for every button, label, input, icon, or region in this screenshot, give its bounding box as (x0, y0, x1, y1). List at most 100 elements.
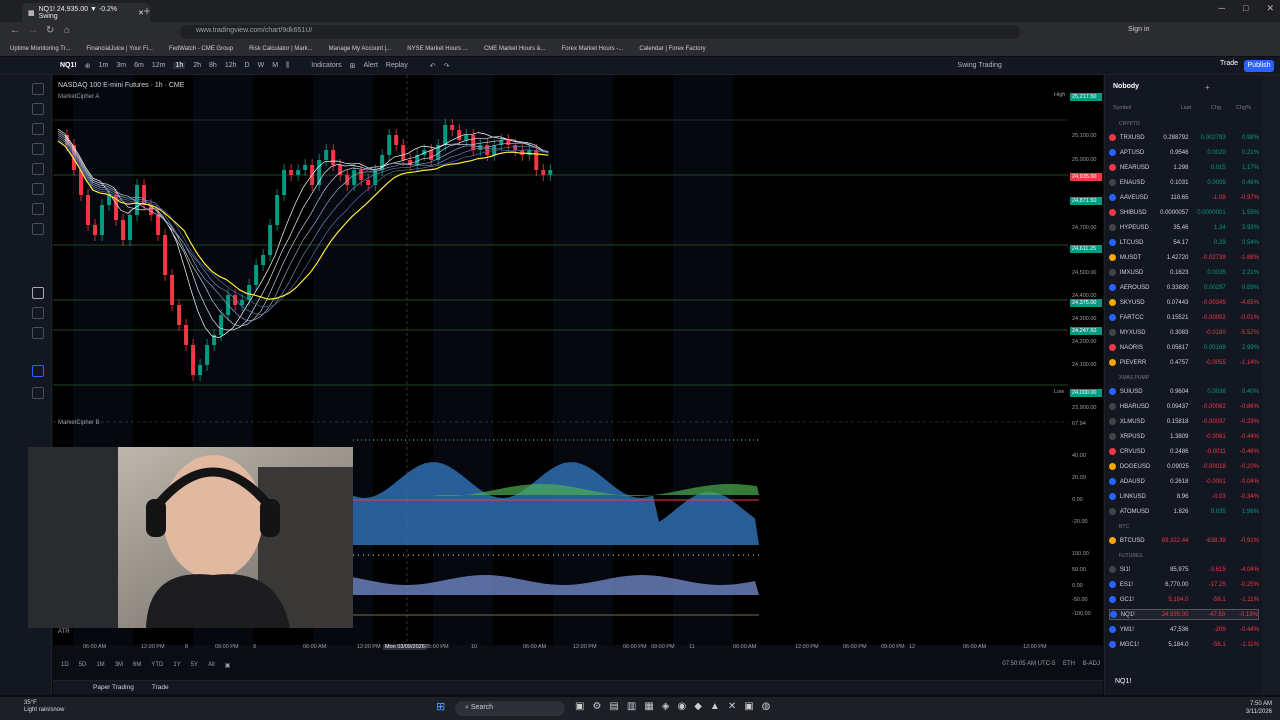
back-icon[interactable]: ← (10, 25, 20, 36)
app-icon[interactable]: ✕ (728, 701, 736, 712)
watchlist-row[interactable]: DOGEUSD 0.09025 -0.00018 -0.20% (1109, 461, 1259, 472)
interval-d[interactable]: D (245, 62, 250, 69)
watchlist-row[interactable]: ADAUSD 0.2618 -0.0001 -0.04% (1109, 476, 1259, 487)
interval-12m[interactable]: 12m (152, 62, 166, 69)
watchlist-row[interactable]: SUIUSD 0.9604 0.0038 0.40% (1109, 386, 1259, 397)
reload-icon[interactable]: ↻ (46, 25, 54, 36)
watchlist-section-header[interactable]: XMAS PUMP (1119, 375, 1149, 381)
watchlist-row[interactable]: APTUSD 0.9546 0.0020 0.21% (1109, 147, 1259, 158)
bookmark-item[interactable]: Risk Calculator | Mark... (249, 46, 313, 52)
watchlist-row[interactable]: LTCUSD 54.17 0.29 0.54% (1109, 237, 1259, 248)
fib-icon[interactable] (32, 123, 44, 135)
minimize-icon[interactable]: ─ (1219, 3, 1225, 14)
bookmark-item[interactable]: NYSE Market Hours ... (407, 46, 468, 52)
interval-1h[interactable]: 1h (173, 62, 186, 69)
watchlist-row[interactable]: YM1! 47,536 -209 -0.44% (1109, 624, 1259, 635)
watchlist-row[interactable]: BTCUSD 69,322.44 -638.39 -0.91% (1109, 535, 1259, 546)
app-icon[interactable]: ▤ (609, 701, 618, 712)
bookmark-item[interactable]: Uptime Monitoring Tr... (10, 46, 70, 52)
app-icon[interactable]: ⚙ (592, 701, 601, 712)
col-symbol[interactable]: Symbol (1113, 105, 1157, 111)
weather-widget[interactable]: 35°F Light rain/snow (24, 700, 64, 714)
trendline-icon[interactable] (32, 103, 44, 115)
col-chgp[interactable]: Chg% (1221, 105, 1251, 111)
watchlist-row[interactable]: NEARUSD 1.298 0.015 1.17% (1109, 162, 1259, 173)
bookmark-item[interactable]: Forex Market Hours -... (562, 46, 624, 52)
forward-icon[interactable]: → (28, 25, 38, 36)
trade-tab[interactable]: Trade (152, 684, 169, 691)
price-scale[interactable]: 25,100.00 25,000.00 24,700.00 24,500.00 … (1068, 75, 1104, 645)
watchlist-row[interactable]: ENAUSD 0.1031 0.0005 0.49% (1109, 177, 1259, 188)
bookmark-item[interactable]: FinancialJuice | Your Fi... (86, 46, 153, 52)
app-icon[interactable]: ▣ (575, 701, 584, 712)
system-clock[interactable]: 7:50 AM 3/11/2026 (1246, 700, 1272, 716)
col-last[interactable]: Last (1157, 105, 1191, 111)
watchlist-row[interactable]: NQ1! 24,935.00 -47.50 -0.19% (1109, 609, 1259, 620)
lock-icon[interactable] (32, 307, 44, 319)
watchlist-row[interactable]: AAVEUSD 110.65 -1.08 -0.97% (1109, 192, 1259, 203)
indicators-button[interactable]: Indicators (311, 62, 341, 69)
range-ytd[interactable]: YTD (151, 662, 163, 668)
sign-in-button[interactable]: Sign in (1128, 26, 1149, 33)
trade-button[interactable]: Trade (1220, 60, 1238, 67)
trash-icon[interactable] (32, 387, 44, 399)
patterns-icon[interactable] (32, 183, 44, 195)
link-icon[interactable] (32, 365, 44, 377)
new-tab-button[interactable]: + (140, 4, 154, 18)
taskbar-search[interactable]: ⌕ Search (455, 701, 565, 716)
eye-icon[interactable] (32, 327, 44, 339)
app-icon[interactable]: ◍ (762, 701, 771, 712)
templates-icon[interactable]: ⊞ (350, 62, 356, 70)
close-window-icon[interactable]: ✕ (1266, 3, 1274, 14)
watchlist-row[interactable]: ATOMUSD 1.826 0.035 1.96% (1109, 506, 1259, 517)
symbol-search[interactable]: NQ1! (60, 62, 77, 69)
app-icon[interactable]: ◈ (662, 701, 670, 712)
interval-6m[interactable]: 6m (134, 62, 144, 69)
watchlist-row[interactable]: PIEVERR 0.4757 -0.0055 -1.14% (1109, 357, 1259, 368)
bookmark-item[interactable]: CME Market Hours &... (484, 46, 546, 52)
range-5y[interactable]: 5Y (191, 662, 198, 668)
bookmark-item[interactable]: FedWatch - CME Group (169, 46, 233, 52)
layout-name[interactable]: Swing Trading (957, 62, 1001, 69)
watchlist-row[interactable]: XRPUSD 1.3809 -0.0061 -0.44% (1109, 431, 1259, 442)
goto-date-icon[interactable]: ▣ (225, 662, 231, 669)
replay-button[interactable]: Replay (386, 62, 408, 69)
candles-icon[interactable]: ⫼ (286, 62, 289, 70)
watchlist-row[interactable]: GC1! 5,184.0 -58.1 -1.11% (1109, 594, 1259, 605)
range-3m[interactable]: 3M (115, 662, 123, 668)
app-icon[interactable]: ◆ (694, 701, 702, 712)
app-icon[interactable]: ▣ (744, 701, 753, 712)
range-1y[interactable]: 1Y (173, 662, 180, 668)
watchlist-row[interactable]: TRXUSD 0.288792 0.002793 0.98% (1109, 132, 1259, 143)
range-1m[interactable]: 1M (96, 662, 104, 668)
watchlist-row[interactable]: SKYUSD 0.07443 -0.00345 -4.65% (1109, 297, 1259, 308)
interval-m[interactable]: M (272, 62, 278, 69)
publish-button[interactable]: Publish (1244, 60, 1274, 72)
ruler-icon[interactable] (32, 203, 44, 215)
watchlist-row[interactable]: SHIBUSD 0.0000057 0.0000001 1.59% (1109, 207, 1259, 218)
add-symbol-icon[interactable]: + (1205, 83, 1210, 92)
watchlist-row[interactable]: NAORIS 0.05817 0.00169 2.99% (1109, 342, 1259, 353)
adjustment-toggle[interactable]: B-ADJ (1083, 661, 1100, 667)
paper-trading-tab[interactable]: Paper Trading (93, 684, 134, 691)
interval-8h[interactable]: 8h (209, 62, 217, 69)
alert-button[interactable]: Alert (364, 62, 378, 69)
redo-icon[interactable]: ↷ (444, 62, 450, 70)
url-field[interactable]: www.tradingview.com/chart/9dk651U/ (180, 25, 1020, 39)
interval-1m[interactable]: 1m (99, 62, 109, 69)
watchlist-row[interactable]: HBARUSD 0.09437 -0.00082 -0.86% (1109, 401, 1259, 412)
app-icon[interactable]: ▦ (644, 701, 653, 712)
watchlist-row[interactable]: LINKUSD 8.96 -0.03 -0.34% (1109, 491, 1259, 502)
range-6m[interactable]: 6M (133, 662, 141, 668)
interval-2h[interactable]: 2h (193, 62, 201, 69)
folder-icon[interactable]: ▥ (627, 701, 636, 712)
brush-icon[interactable] (32, 143, 44, 155)
interval-3m[interactable]: 3m (116, 62, 126, 69)
maximize-icon[interactable]: □ (1243, 3, 1248, 14)
brave-icon[interactable]: ▲ (710, 701, 720, 712)
watchlist-row[interactable]: MYXUSD 0.3083 -0.0180 -5.52% (1109, 327, 1259, 338)
browser-tab-active[interactable]: ▦ NQ1! 24,935.00 ▼ -0.2% Swing ✕ (22, 3, 150, 22)
text-icon[interactable] (32, 163, 44, 175)
interval-12h[interactable]: 12h (225, 62, 237, 69)
watchlist-row[interactable]: AEROUSD 0.33830 0.00297 0.89% (1109, 282, 1259, 293)
